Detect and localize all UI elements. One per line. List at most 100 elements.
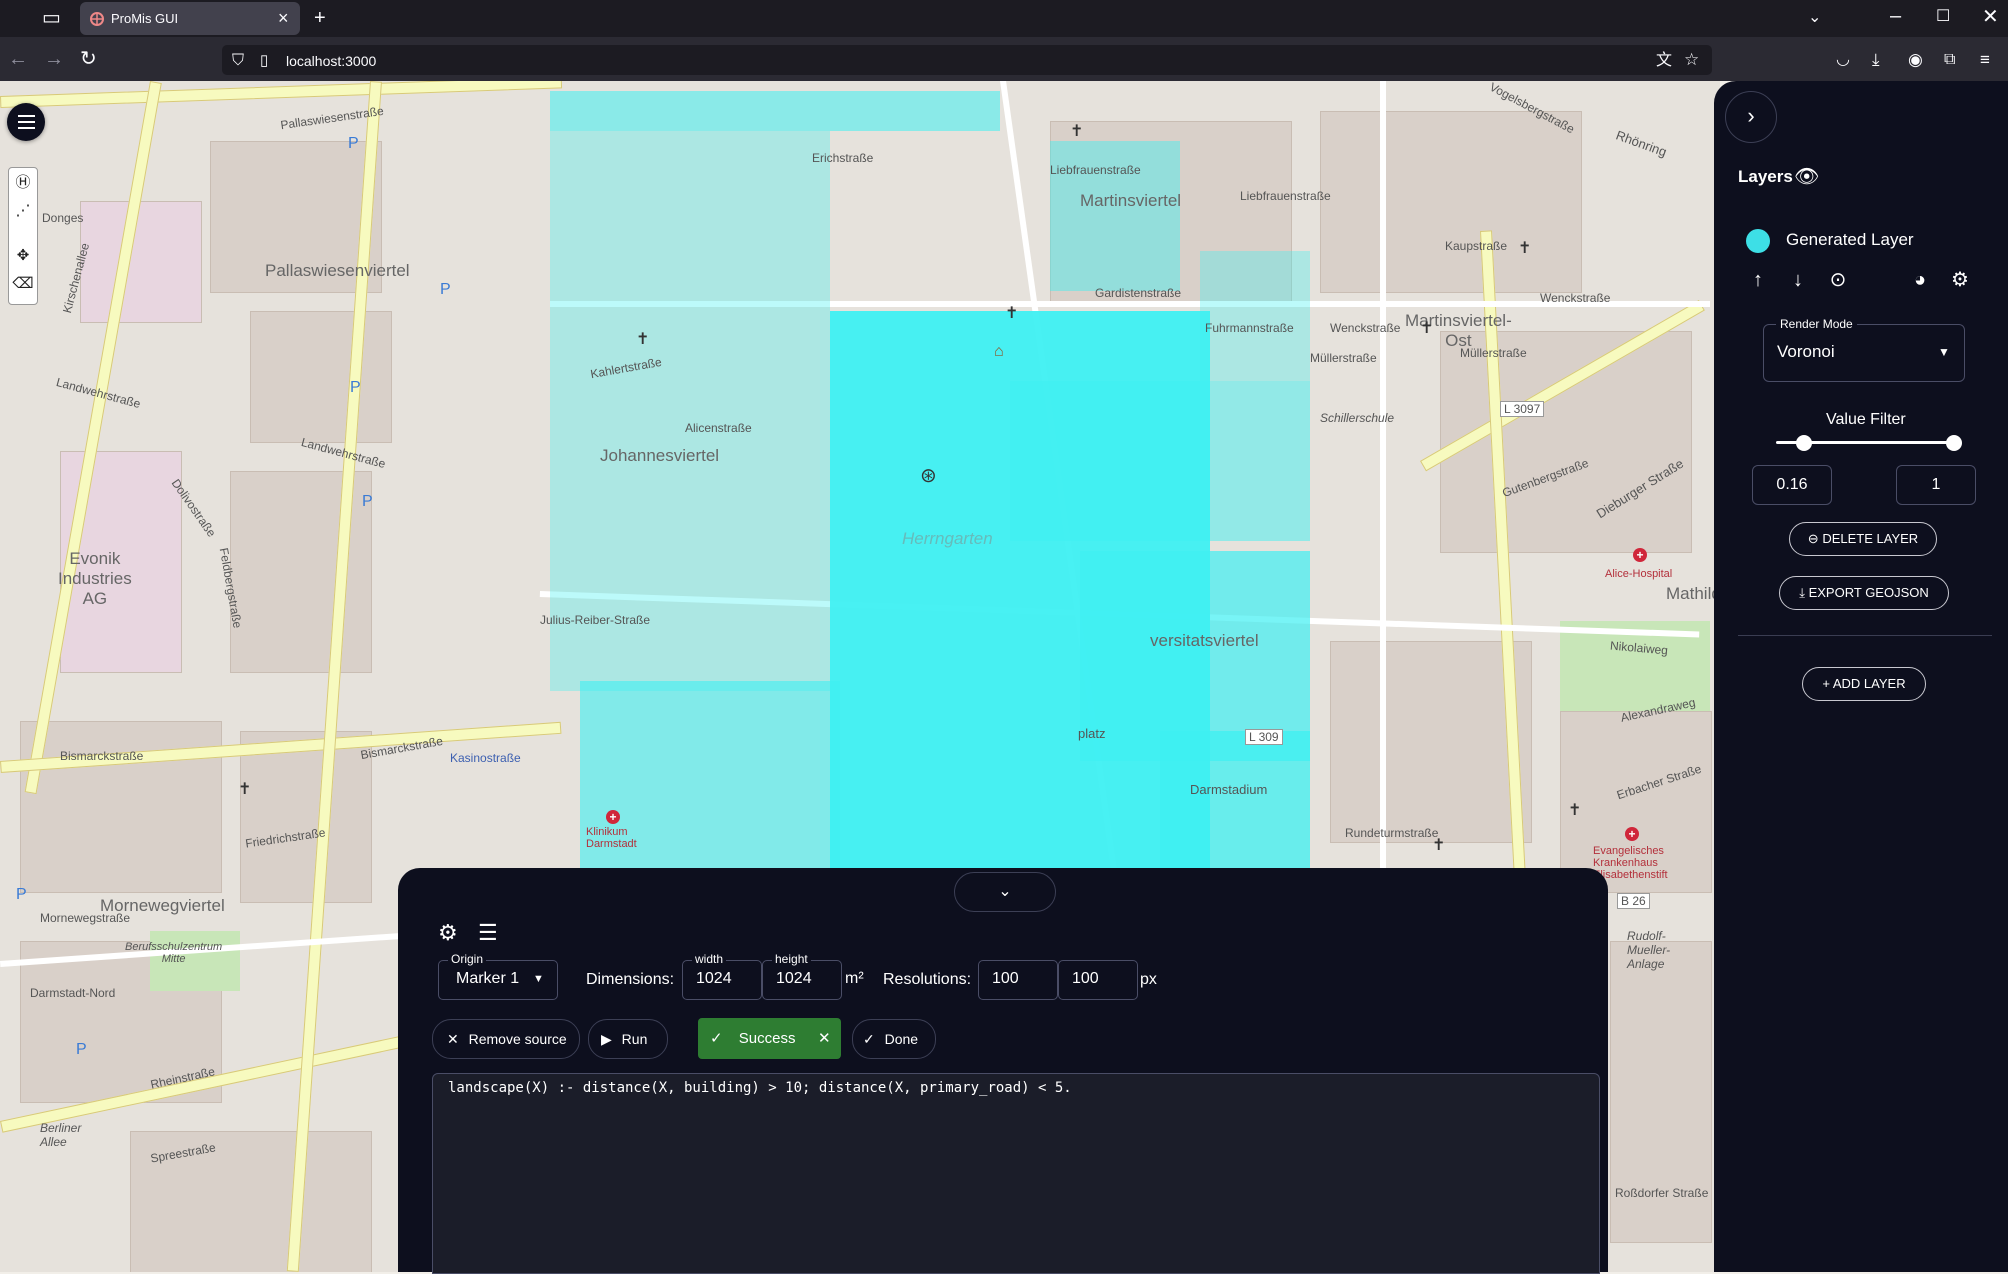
resolution-x-value[interactable]: 100 (992, 970, 1019, 988)
account-icon[interactable]: ◉ (1908, 50, 1923, 70)
tab-overview-icon[interactable]: ▭ (42, 8, 61, 28)
filter-min-input[interactable]: 0.16 (1752, 465, 1832, 505)
slider-max-handle[interactable] (1946, 435, 1962, 451)
width-value[interactable]: 1024 (696, 970, 732, 988)
maximize-icon[interactable]: ☐ (1936, 7, 1950, 27)
height-value[interactable]: 1024 (776, 970, 812, 988)
map-label: Schillerschule (1320, 411, 1395, 425)
dropdown-caret-icon[interactable]: ▼ (533, 973, 544, 985)
origin-label: Origin (448, 952, 487, 966)
tab-close-icon[interactable]: × (278, 8, 289, 29)
browser-tab-bar: ▭ ProMis GUI × + ⌄ – ☐ ✕ (0, 0, 2008, 37)
move-icon[interactable]: ✥ (11, 244, 35, 268)
dropdown-caret-icon[interactable]: ▼ (1938, 345, 1950, 359)
code-text[interactable]: landscape(X) :- distance(X, building) > … (448, 1080, 1072, 1096)
remove-source-button[interactable]: ✕ Remove source (432, 1019, 580, 1059)
layer-color-swatch[interactable] (1746, 229, 1770, 253)
move-up-icon[interactable]: ↑ (1746, 268, 1770, 292)
origin-value[interactable]: Marker 1 (456, 970, 519, 988)
tab-list-icon[interactable]: ⌄ (1808, 8, 1821, 28)
generated-layer-overlay (1010, 381, 1310, 541)
map-label: Herrngarten (902, 529, 993, 548)
church-icon: ✝ (1432, 837, 1446, 854)
map-label: Pallaswiesenviertel (265, 261, 410, 280)
check-circle-icon: ✓ (710, 1030, 723, 1047)
polyline-icon[interactable]: ⋰ (11, 199, 35, 223)
downloads-icon[interactable]: ⤓ (1872, 50, 1880, 70)
main-menu-button[interactable] (7, 103, 45, 141)
dismiss-icon[interactable]: ✕ (818, 1018, 831, 1059)
shield-icon[interactable]: ⛉ (232, 51, 244, 71)
map-label: Kaupstraße (1445, 239, 1508, 253)
map-label: Rudolf- Mueller- Anlage (1627, 929, 1671, 971)
home-marker-icon[interactable]: Ⓗ (11, 171, 35, 195)
map-label: Liebfrauenstraße (1050, 163, 1141, 177)
render-mode-value[interactable]: Voronoi (1777, 342, 1835, 362)
browser-tab[interactable]: ProMis GUI × (80, 2, 300, 35)
done-button[interactable]: ✓ Done (852, 1019, 936, 1059)
marker-icon[interactable]: ⊛ (920, 463, 937, 488)
map-label: Mathilde (1666, 584, 1720, 603)
new-tab-icon[interactable]: + (314, 8, 326, 28)
filter-max-input[interactable]: 1 (1896, 465, 1976, 505)
pocket-icon[interactable]: ◡ (1836, 50, 1850, 70)
map-label: Liebfrauenstraße (1240, 189, 1331, 203)
back-icon[interactable]: ← (8, 49, 28, 69)
church-icon: ✝ (636, 331, 650, 348)
add-layer-label: ADD LAYER (1832, 676, 1906, 691)
dimension-unit: m² (845, 970, 864, 987)
width-label: width (692, 952, 727, 966)
forward-icon[interactable]: → (44, 49, 64, 69)
map-label: Wenckstraße (1330, 321, 1401, 335)
resolution-y-value[interactable]: 100 (1072, 970, 1099, 988)
export-geojson-button[interactable]: ⤓ EXPORT GEOJSON (1779, 576, 1949, 610)
code-editor[interactable] (432, 1073, 1600, 1274)
collapse-query-panel-button[interactable]: ⌄ (954, 872, 1056, 912)
parking-icon: P (440, 281, 451, 298)
settings-icon[interactable]: ⚙ (1948, 268, 1972, 292)
locate-icon[interactable]: ⊙ (1826, 268, 1850, 292)
app-menu-icon[interactable]: ≡ (1980, 50, 1990, 70)
map-label: Bismarckstraße (60, 749, 144, 763)
list-icon[interactable]: ☰ (478, 920, 498, 946)
render-mode-label: Render Mode (1776, 317, 1857, 331)
parking-icon: P (76, 1041, 87, 1058)
url-text[interactable]: localhost:3000 (286, 53, 376, 69)
map-label: Evonik Industries AG (58, 549, 132, 608)
bookmark-star-icon[interactable]: ☆ (1684, 50, 1699, 70)
success-status[interactable]: ✓ Success ✕ (698, 1018, 841, 1059)
minus-circle-icon: ⊖ (1807, 531, 1819, 546)
value-filter-label: Value Filter (1826, 411, 1906, 428)
settings-icon[interactable]: ⚙ (438, 920, 458, 946)
church-icon: ✝ (238, 781, 252, 798)
eye-icon[interactable]: 👁 (1794, 164, 1819, 189)
panel-divider (1738, 635, 1992, 636)
translate-icon[interactable]: 文 (1656, 51, 1672, 71)
collapse-panel-button[interactable]: › (1725, 91, 1777, 143)
palette-icon[interactable]: ◕ (1908, 268, 1932, 292)
add-layer-button[interactable]: + ADD LAYER (1802, 667, 1926, 701)
reload-icon[interactable]: ↻ (80, 49, 97, 69)
parking-icon: P (348, 135, 359, 152)
delete-layer-button[interactable]: ⊖ DELETE LAYER (1789, 522, 1937, 556)
minimize-icon[interactable]: – (1890, 6, 1901, 26)
close-window-icon[interactable]: ✕ (1982, 7, 1999, 27)
main-road (0, 81, 563, 108)
church-icon: ✝ (1070, 123, 1084, 140)
map-label: Fuhrmannstraße (1205, 321, 1294, 335)
map-label: Alicenstraße (685, 421, 752, 435)
map-label: Julius-Reiber-Straße (540, 613, 651, 627)
generated-layer-overlay (550, 131, 830, 691)
download-icon: ⤓ (1799, 585, 1805, 600)
eraser-icon[interactable]: ⌫ (11, 272, 35, 296)
extensions-icon[interactable]: ⧉ (1944, 50, 1955, 70)
move-down-icon[interactable]: ↓ (1786, 268, 1810, 292)
map-label: Erichstraße (812, 151, 874, 165)
run-button[interactable]: ▶ Run (588, 1019, 668, 1059)
map-label: Klinikum Darmstadt (586, 826, 637, 850)
success-label: Success (738, 1030, 796, 1047)
height-label: height (772, 952, 811, 966)
url-bar[interactable] (222, 45, 1712, 75)
street (1380, 81, 1386, 941)
map-label: Müllerstraße (1460, 346, 1527, 360)
